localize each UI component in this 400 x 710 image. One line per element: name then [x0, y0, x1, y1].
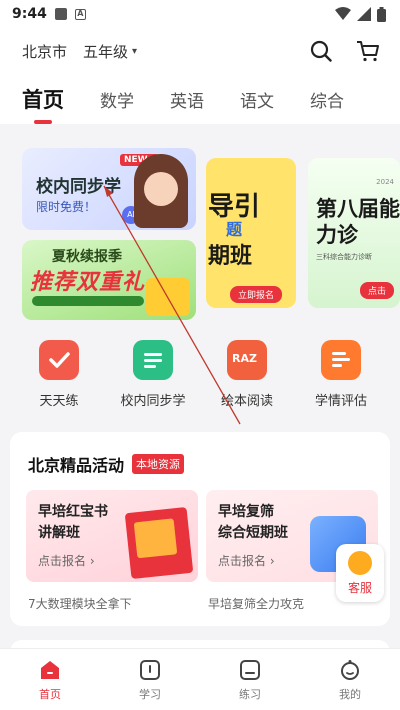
- activity-title-line1: 早培复筛: [218, 504, 274, 520]
- tab-comprehensive[interactable]: 综合: [310, 87, 344, 124]
- cart-icon[interactable]: [356, 40, 380, 62]
- local-activities-card: 北京精品活动 本地资源 早培红宝书 讲解班 点击报名 › 早培复筛 综合短期班 …: [10, 432, 390, 626]
- gift-box-illustration: [146, 278, 190, 316]
- customer-service-label: 客服: [347, 581, 372, 595]
- quick-link-raz-reading[interactable]: RAZ 绘本阅读: [207, 340, 287, 409]
- headset-icon: [348, 551, 372, 575]
- activity-cta[interactable]: 点击报名 ›: [218, 552, 275, 569]
- study-icon: [140, 659, 160, 680]
- raz-reading-icon: RAZ: [227, 340, 267, 380]
- gallery-notification-icon: [54, 8, 67, 20]
- sync-learning-icon: [133, 340, 173, 380]
- location-grade-selector[interactable]: 北京市 五年级 ▾: [22, 41, 137, 62]
- nav-label: 首页: [39, 687, 61, 701]
- header-actions: [310, 40, 380, 62]
- tab-english[interactable]: 英语: [170, 87, 204, 124]
- city-label[interactable]: 北京市: [22, 41, 67, 62]
- tab-math[interactable]: 数学: [100, 87, 134, 124]
- home-icon: [41, 660, 59, 679]
- tab-chinese[interactable]: 语文: [240, 87, 274, 124]
- activity-title: 早培红宝书 讲解班: [38, 502, 108, 544]
- banner-area: NEW ! 校内同步学 限时免费！ AI 夏秋续报季 推荐双重礼 导引 题 期班…: [22, 148, 400, 320]
- card-title: 北京精品活动 本地资源: [28, 452, 185, 476]
- banner-slogan: 推荐双重礼: [30, 270, 146, 295]
- subject-tabs: 首页 数学 英语 语文 综合: [0, 74, 400, 124]
- daily-practice-icon: [39, 340, 79, 380]
- status-bar: 9:44 A: [0, 0, 400, 28]
- activity-cta[interactable]: 点击报名 ›: [38, 552, 95, 569]
- banner-year: 2024: [376, 178, 394, 186]
- quick-link-label: 天天练: [39, 394, 79, 409]
- quick-link-label: 校内同步学: [120, 394, 186, 409]
- tab-home[interactable]: 首页: [22, 84, 64, 124]
- sync-learning-banner[interactable]: NEW ! 校内同步学 限时免费！ AI: [22, 148, 196, 230]
- enroll-button[interactable]: 立即报名: [230, 286, 283, 303]
- nav-label: 练习: [239, 687, 261, 701]
- banner-line2: 题: [226, 220, 243, 239]
- quick-links: 天天练 校内同步学 RAZ 绘本阅读 学情评估: [0, 340, 400, 409]
- status-time: 9:44: [12, 6, 47, 22]
- teacher-illustration: [134, 154, 188, 228]
- banner-title: 校内同步学: [36, 177, 121, 197]
- bottom-nav: 首页 学习 练习 我的: [0, 648, 400, 710]
- customer-service-button[interactable]: 客服: [336, 544, 384, 602]
- nav-study[interactable]: 学习: [110, 658, 190, 702]
- signal-icon: [357, 7, 371, 21]
- grade-label: 五年级: [83, 42, 129, 61]
- nav-profile[interactable]: 我的: [310, 658, 390, 702]
- guide-class-banner[interactable]: 导引 题 期班 立即报名: [206, 158, 296, 308]
- banner-line3: 期班: [208, 244, 253, 269]
- activity-desc: 7大数理模块全拿下: [28, 597, 132, 611]
- status-left: 9:44 A: [12, 6, 86, 22]
- book-illustration: [124, 506, 194, 580]
- nav-label: 学习: [139, 687, 161, 701]
- grade-selector[interactable]: 五年级 ▾: [83, 41, 137, 62]
- local-resource-tag: 本地资源: [132, 454, 185, 474]
- activity-title-line2: 讲解班: [38, 525, 80, 541]
- quick-link-assessment[interactable]: 学情评估: [301, 340, 381, 409]
- activity-title-line1: 早培红宝书: [38, 504, 108, 520]
- nav-practice[interactable]: 练习: [210, 658, 290, 702]
- banner-subtitle: 三科综合能力诊断: [316, 253, 372, 261]
- search-icon[interactable]: [310, 40, 332, 62]
- assessment-icon: [321, 340, 361, 380]
- wifi-icon: [335, 7, 351, 20]
- battery-icon: [377, 6, 386, 22]
- banner-strip: [32, 296, 144, 306]
- profile-icon: [341, 659, 359, 680]
- nav-home[interactable]: 首页: [10, 658, 90, 702]
- click-button[interactable]: 点击: [360, 282, 395, 299]
- activity-title-line2: 综合短期班: [218, 525, 288, 541]
- summer-autumn-banner[interactable]: 夏秋续报季 推荐双重礼: [22, 240, 196, 320]
- header: 北京市 五年级 ▾: [0, 28, 400, 74]
- quick-link-label: 绘本阅读: [220, 394, 273, 409]
- activity-desc: 早培复筛全力攻克: [208, 597, 305, 611]
- quick-link-sync-learning[interactable]: 校内同步学: [113, 340, 193, 409]
- activity-title: 早培复筛 综合短期班: [218, 502, 288, 544]
- banner-subtitle: 限时免费！: [36, 200, 97, 214]
- status-right: [335, 6, 386, 22]
- quick-link-daily-practice[interactable]: 天天练: [19, 340, 99, 409]
- banner-title: 夏秋续报季: [52, 249, 122, 265]
- practice-icon: [240, 659, 260, 680]
- activities-title: 北京精品活动: [28, 456, 125, 475]
- raz-badge: RAZ: [232, 352, 257, 365]
- nav-label: 我的: [339, 687, 361, 701]
- quick-link-label: 学情评估: [314, 394, 367, 409]
- caret-down-icon: ▾: [132, 45, 138, 57]
- banner-title: 第八届能力诊: [316, 197, 400, 247]
- app-notification-icon: A: [74, 8, 86, 20]
- activity-card-red-book[interactable]: 早培红宝书 讲解班 点击报名 ›: [26, 490, 198, 582]
- ability-diagnosis-banner[interactable]: 2024 第八届能力诊 三科综合能力诊断 点击: [308, 158, 400, 308]
